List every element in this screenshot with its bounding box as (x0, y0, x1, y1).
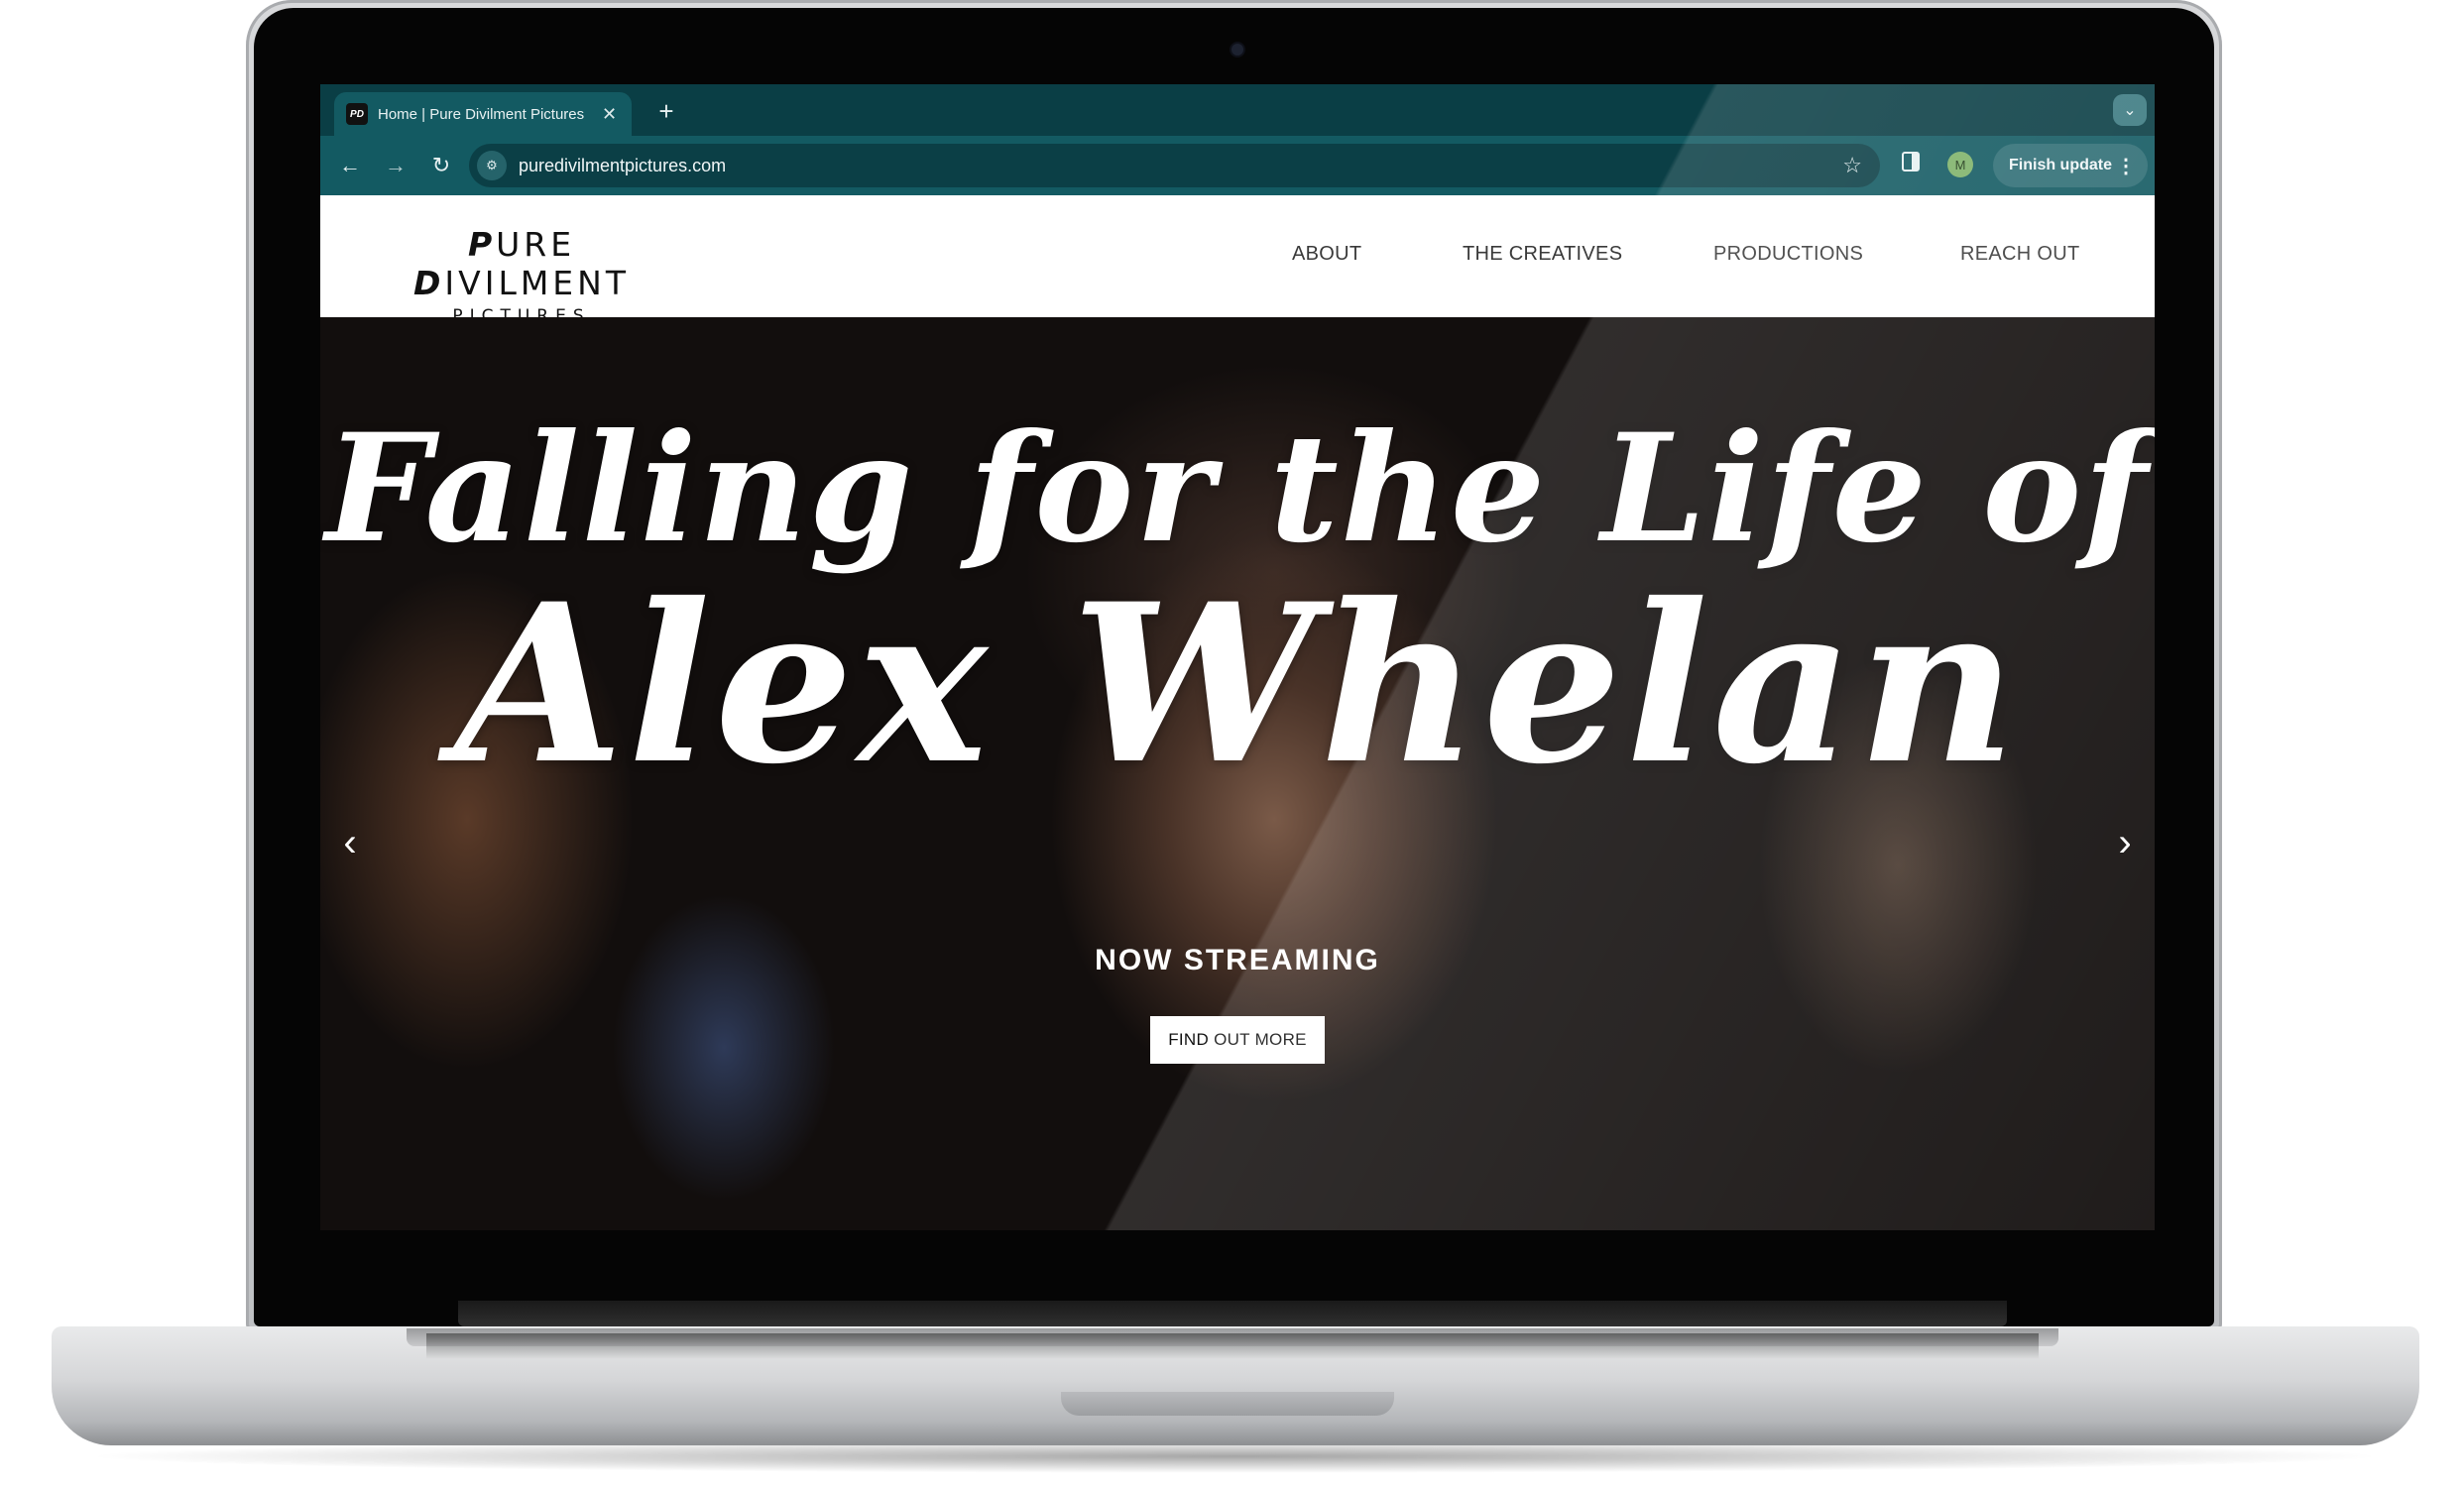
address-bar[interactable]: ⚙ puredivilmentpictures.com ☆ (469, 144, 1880, 187)
screen: PD Home | Pure Divilment Pictures ✕ + ⌄ … (320, 84, 2155, 1230)
new-tab-button[interactable]: + (649, 94, 683, 128)
chevron-left-icon[interactable]: ‹ (330, 821, 370, 864)
camera-icon (1232, 44, 1243, 56)
browser-tab[interactable]: PD Home | Pure Divilment Pictures ✕ (334, 92, 632, 136)
find-out-more-button[interactable]: FIND OUT MORE (1150, 1016, 1325, 1064)
hero-title-line-2: Alex Whelan (454, 555, 2021, 812)
laptop-notch (1061, 1392, 1394, 1416)
hero-subtitle: NOW STREAMING (1095, 944, 1380, 976)
star-icon[interactable]: ☆ (1842, 153, 1862, 178)
url-text[interactable]: puredivilmentpictures.com (519, 156, 726, 176)
nav-about[interactable]: ABOUT (1292, 243, 1361, 266)
browser-toolbar: ← → ↻ ⚙ puredivilmentpictures.com ☆ M Fi… (320, 136, 2155, 195)
chevron-right-icon[interactable]: › (2105, 821, 2145, 864)
avatar[interactable]: M (1947, 152, 1973, 177)
side-panel-icon[interactable] (1902, 152, 1920, 172)
arrow-right-icon[interactable]: → (378, 148, 413, 183)
keyboard-shadow (426, 1333, 2039, 1359)
kebab-menu-icon[interactable]: ⋮ (2116, 154, 2136, 178)
chevron-down-icon[interactable]: ⌄ (2113, 94, 2147, 126)
site-logo[interactable]: PURE DIVILMENT PICTURES (353, 225, 690, 326)
tab-title: Home | Pure Divilment Pictures (378, 105, 585, 123)
tune-icon[interactable]: ⚙ (477, 151, 507, 180)
logo-wordmark: PURE DIVILMENT (413, 225, 630, 302)
finish-update-label: Finish update (2009, 157, 2112, 173)
nav-reach-out[interactable]: REACH OUT (1960, 243, 2079, 266)
favicon-icon: PD (346, 103, 368, 125)
reload-icon[interactable]: ↻ (423, 148, 459, 183)
tab-strip: PD Home | Pure Divilment Pictures ✕ + ⌄ (320, 84, 2155, 136)
nav-productions[interactable]: PRODUCTIONS (1713, 243, 1863, 266)
hero-slider: ‹ › Falling for the Life of Alex Whelan … (320, 317, 2155, 1230)
nav-the-creatives[interactable]: THE CREATIVES (1463, 243, 1622, 266)
hero-title-line-1: Falling for the Life of (325, 401, 2150, 576)
site-header: PURE DIVILMENT PICTURES ABOUT THE CREATI… (320, 195, 2155, 326)
arrow-left-icon[interactable]: ← (332, 148, 368, 183)
finish-update-button[interactable]: Finish update ⋮ (1993, 144, 2148, 187)
laptop-hinge (458, 1301, 2007, 1326)
close-icon[interactable]: ✕ (602, 104, 617, 125)
